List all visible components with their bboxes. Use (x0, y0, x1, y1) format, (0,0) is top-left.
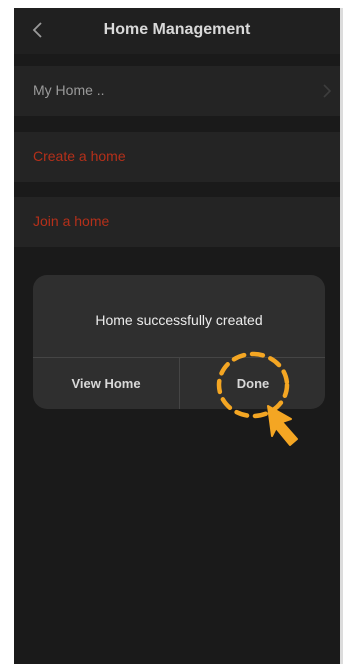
view-home-button[interactable]: View Home (33, 358, 179, 409)
page-title: Home Management (103, 21, 251, 38)
success-dialog: Home successfully created View Home Done (33, 275, 325, 409)
list-item-label: My Home .. (33, 82, 105, 98)
list-item-label: Join a home (33, 213, 110, 229)
list-item-my-home[interactable]: My Home .. (14, 66, 340, 116)
dialog-message: Home successfully created (95, 312, 263, 328)
phone-edge (340, 8, 343, 664)
chevron-right-icon (323, 84, 332, 98)
list-item-join-home[interactable]: Join a home (14, 197, 340, 247)
app-header: Home Management (14, 8, 340, 54)
phone-screen: Home Management My Home .. Create a home… (14, 8, 340, 664)
list-item-create-home[interactable]: Create a home (14, 132, 340, 182)
list-item-label: Create a home (33, 148, 126, 164)
done-button[interactable]: Done (180, 358, 325, 409)
